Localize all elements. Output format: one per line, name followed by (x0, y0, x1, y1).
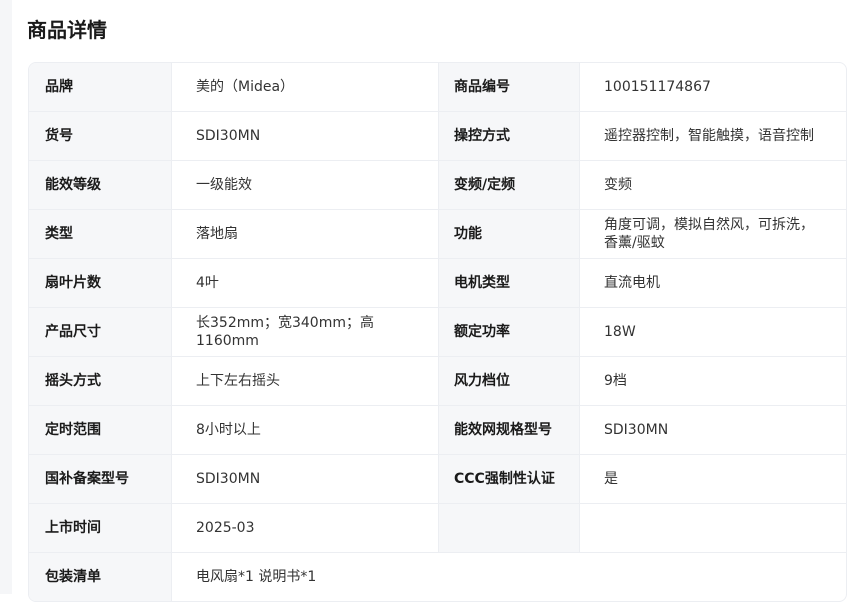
spec-key: 操控方式 (438, 112, 580, 160)
spec-value: 8小时以上 (196, 422, 261, 438)
spec-key: 能效网规格型号 (438, 406, 580, 454)
spec-value: SDI30MN (196, 471, 261, 487)
spec-key: 风力档位 (438, 357, 580, 405)
spec-value: 直流电机 (604, 275, 660, 291)
spec-value: 是 (604, 471, 618, 487)
spec-key: 商品编号 (438, 63, 580, 111)
spec-key: 上市时间 (29, 504, 172, 552)
spec-value: 变频 (604, 177, 632, 193)
spec-value: 18W (604, 324, 636, 340)
spec-value: 角度可调，模拟自然风，可拆洗，香薰/驱蚊 (604, 217, 814, 251)
spec-row: 品牌 美的（Midea） 商品编号 100151174867 (29, 63, 846, 112)
spec-key: 额定功率 (438, 308, 580, 356)
spec-key: 扇叶片数 (29, 259, 172, 307)
spec-value: SDI30MN (196, 128, 261, 144)
spec-key: 变频/定频 (438, 161, 580, 209)
spec-row: 能效等级 一级能效 变频/定频 变频 (29, 161, 846, 210)
spec-row: 定时范围 8小时以上 能效网规格型号 SDI30MN (29, 406, 846, 455)
spec-value: 上下左右摇头 (196, 373, 280, 389)
spec-value: 一级能效 (196, 177, 252, 193)
spec-value-empty (580, 504, 846, 552)
spec-row: 扇叶片数 4叶 电机类型 直流电机 (29, 259, 846, 308)
spec-value: 9档 (604, 373, 627, 389)
spec-row: 摇头方式 上下左右摇头 风力档位 9档 (29, 357, 846, 406)
spec-key: 能效等级 (29, 161, 172, 209)
spec-key: CCC强制性认证 (438, 455, 580, 503)
spec-row: 上市时间 2025-03 (29, 504, 846, 553)
spec-row: 货号 SDI30MN 操控方式 遥控器控制，智能触摸，语音控制 (29, 112, 846, 161)
spec-key: 电机类型 (438, 259, 580, 307)
spec-value: 2025-03 (196, 520, 255, 536)
spec-key: 定时范围 (29, 406, 172, 454)
spec-key: 产品尺寸 (29, 308, 172, 356)
spec-value: 遥控器控制，智能触摸，语音控制 (604, 128, 814, 144)
spec-key: 品牌 (29, 63, 172, 111)
spec-value: 100151174867 (604, 79, 711, 95)
spec-key: 摇头方式 (29, 357, 172, 405)
spec-value: 4叶 (196, 275, 219, 291)
spec-row: 国补备案型号 SDI30MN CCC强制性认证 是 (29, 455, 846, 504)
spec-row: 类型 落地扇 功能 角度可调，模拟自然风，可拆洗，香薰/驱蚊 (29, 210, 846, 259)
left-edge-strip (0, 0, 12, 594)
spec-key: 国补备案型号 (29, 455, 172, 503)
spec-value: 美的（Midea） (196, 79, 295, 95)
spec-key: 货号 (29, 112, 172, 160)
spec-table: 品牌 美的（Midea） 商品编号 100151174867 货号 SDI30M… (28, 62, 847, 602)
spec-value: 落地扇 (196, 226, 238, 242)
spec-row: 产品尺寸 长352mm；宽340mm；高1160mm 额定功率 18W (29, 308, 846, 357)
section-title: 商品详情 (27, 18, 107, 42)
spec-value: SDI30MN (604, 422, 669, 438)
spec-value: 长352mm；宽340mm；高1160mm (196, 315, 374, 349)
spec-key: 功能 (438, 210, 580, 258)
spec-key-empty (438, 504, 580, 552)
spec-key: 类型 (29, 210, 172, 258)
